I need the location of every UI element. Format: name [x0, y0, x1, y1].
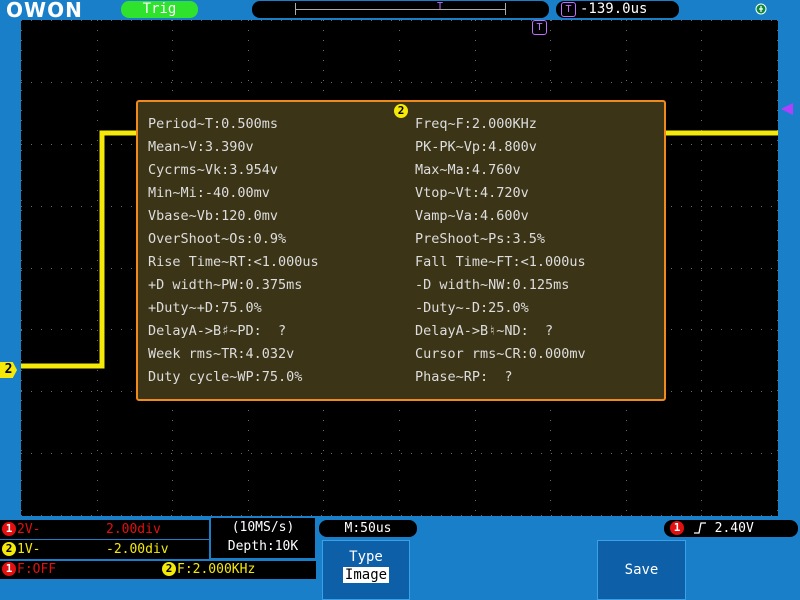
sample-rate: (10MS/s) — [231, 520, 295, 535]
time-offset-value: -139.0us — [580, 1, 648, 17]
measurement-left-1: Mean~V:3.390v — [148, 139, 254, 155]
memory-track — [295, 9, 506, 10]
trigger-level-marker[interactable] — [781, 103, 793, 115]
ch2-info-row[interactable]: 2 1V- -2.00div — [0, 540, 209, 559]
save-button[interactable]: Save — [597, 540, 686, 600]
trigger-source-icon: 1 — [670, 520, 684, 535]
measurement-right-1: PK-PK~Vp:4.800v — [415, 139, 537, 155]
measurement-right-7: -D width~NW:0.125ms — [415, 277, 570, 293]
measurement-left-10: Week rms~TR:4.032v — [148, 346, 295, 362]
measurement-right-2: Max~Ma:4.760v — [415, 162, 521, 178]
measurement-left-4: Vbase~Vb:120.0mv — [148, 208, 279, 224]
ch1-position: 2.00div — [106, 522, 161, 537]
rising-edge-icon — [693, 521, 706, 534]
memory-depth: Depth:10K — [227, 539, 299, 554]
measurement-right-3: Vtop~Vt:4.720v — [415, 185, 529, 201]
measurement-right-10: Cursor rms~CR:0.000mv — [415, 346, 586, 362]
ch1-freq-number-icon: 1 — [2, 561, 16, 576]
horizontal-position-readout: T -139.0us — [556, 1, 679, 18]
measurement-left-5: OverShoot~Os:0.9% — [148, 231, 287, 247]
trigger-time-icon: T — [561, 2, 576, 17]
measurement-right-11: Phase~RP: ? — [415, 369, 513, 385]
trigger-level: 2.40V — [714, 521, 754, 536]
measurement-left-9: DelayA->B♯~PD: ? — [148, 323, 287, 339]
measurement-left-0: Period~T:0.500ms — [148, 116, 279, 132]
measurement-panel: 2 Period~T:0.500ms Mean~V:3.390v Cycrms~Vk… — [136, 100, 666, 401]
measurement-right-8: -Duty~-D:25.0% — [415, 300, 529, 316]
measurement-right-0: Freq~F:2.000KHz — [415, 116, 537, 132]
measurement-left-8: +Duty~+D:75.0% — [148, 300, 262, 316]
ch1-number-icon: 1 — [2, 521, 16, 536]
type-menu-button[interactable]: Type Image — [322, 540, 410, 600]
ch1-scale: 2V- — [17, 522, 41, 537]
ch1-info-row[interactable]: 1 2V- 2.00div — [0, 520, 209, 539]
ch2-position: -2.00div — [106, 542, 169, 557]
ch2-frequency: F:2.000KHz — [177, 562, 256, 577]
memory-trigger-marker: T — [437, 1, 444, 12]
trigger-status-badge: Trig — [121, 1, 198, 18]
ch1-frequency: F:OFF — [17, 562, 57, 577]
measurement-right-4: Vamp~Va:4.600v — [415, 208, 529, 224]
acquisition-info: (10MS/s) Depth:10K — [211, 518, 315, 558]
type-menu-label: Type — [349, 549, 383, 565]
ch2-scale: 1V- — [17, 542, 41, 557]
ch2-level-marker[interactable]: 2 — [0, 362, 17, 378]
frequency-row: 1 F:OFF 2 F:2.000KHz — [0, 561, 316, 579]
measurement-right-6: Fall Time~FT:<1.000us — [415, 254, 586, 270]
measurement-right-5: PreShoot~Ps:3.5% — [415, 231, 546, 247]
measurement-left-7: +D width~PW:0.375ms — [148, 277, 303, 293]
panel-channel-badge: 2 — [394, 104, 408, 118]
memory-window-left — [295, 3, 296, 15]
top-status-bar: OWON Trig T T -139.0us — [0, 0, 800, 20]
trigger-readout[interactable]: 1 2.40V — [664, 520, 798, 537]
ch2-freq-number-icon: 2 — [162, 561, 176, 576]
ch2-number-icon: 2 — [2, 541, 16, 556]
measurement-left-2: Cycrms~Vk:3.954v — [148, 162, 279, 178]
trigger-position-marker: T — [532, 20, 547, 35]
usb-icon — [755, 3, 767, 15]
measurement-left-11: Duty cycle~WP:75.0% — [148, 369, 303, 385]
type-menu-value: Image — [342, 567, 390, 583]
measurement-left-3: Min~Mi:-40.00mv — [148, 185, 270, 201]
measurement-right-9: DelayA->B♮~ND: ? — [415, 323, 554, 339]
measurement-left-6: Rise Time~RT:<1.000us — [148, 254, 319, 270]
brand-logo: OWON — [6, 0, 83, 22]
timebase-readout[interactable]: M:50us — [319, 520, 417, 537]
memory-window-right — [505, 3, 506, 15]
memory-position-bar[interactable]: T — [252, 1, 549, 18]
waveform-display[interactable]: T 2 Period~T:0.500ms Mean~V:3.390v Cycrms~… — [21, 20, 778, 516]
